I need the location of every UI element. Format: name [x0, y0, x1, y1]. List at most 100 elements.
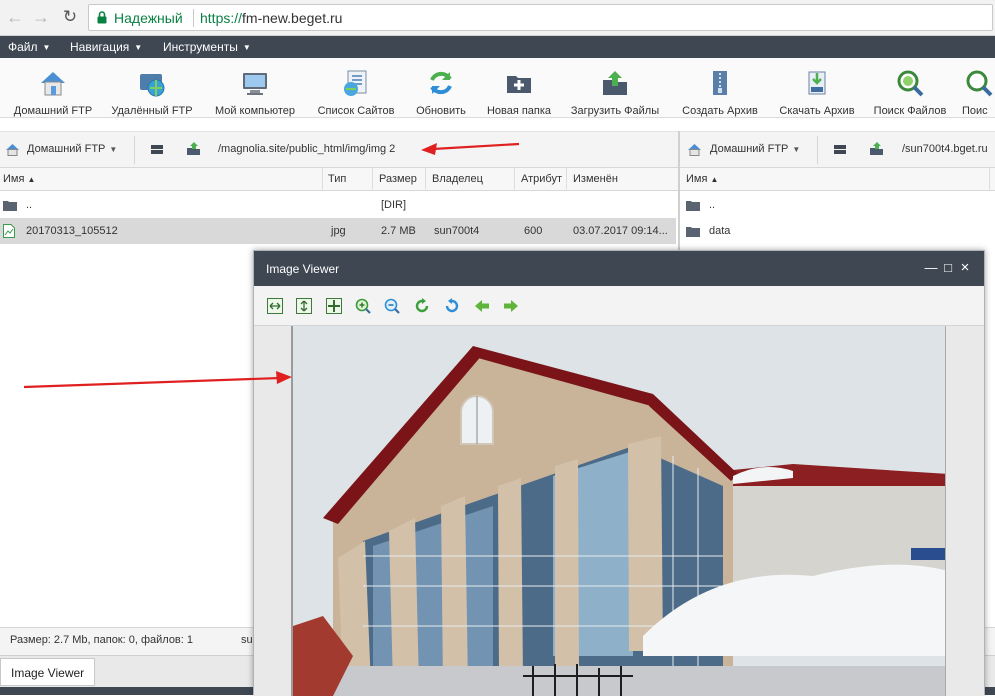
column-name-label: Имя [3, 173, 25, 185]
rotate-right-icon[interactable] [444, 298, 460, 314]
tool-new-folder[interactable]: Новая папка [482, 58, 556, 117]
tool-label: Обновить [416, 105, 466, 117]
taskbar-image-viewer[interactable]: Image Viewer [0, 658, 95, 686]
tool-search-text[interactable]: Поис [962, 58, 995, 117]
fit-height-icon[interactable] [296, 298, 312, 314]
column-attr[interactable]: Атрибут [521, 173, 562, 185]
browser-bar: ← → ↻ Надежный https://fm-new.beget.ru [0, 0, 995, 36]
column-divider[interactable] [989, 168, 990, 191]
cell-owner: sun700t4 [434, 225, 480, 237]
column-divider[interactable] [372, 168, 373, 191]
zoom-out-icon[interactable] [384, 298, 400, 314]
tool-create-archive[interactable]: Создать Архив [675, 58, 765, 117]
column-name[interactable]: Имя ▲ [686, 173, 718, 185]
column-size[interactable]: Размер [379, 173, 417, 185]
column-modified[interactable]: Изменён [573, 173, 618, 185]
left-location-label: Домашний FTP [27, 143, 106, 155]
caret-down-icon: ▼ [242, 43, 251, 52]
cell-modified: 03.07.2017 09:14... [573, 225, 668, 237]
left-path[interactable]: /magnolia.site/public_html/img/img 2 [218, 143, 395, 155]
lock-icon [97, 11, 107, 24]
separator [134, 136, 135, 164]
building-photo [293, 326, 945, 696]
status-right: su [241, 634, 253, 646]
tool-my-computer[interactable]: Мой компьютер [208, 58, 302, 117]
photo-preview[interactable] [291, 326, 946, 696]
close-icon[interactable]: × [958, 260, 972, 276]
cell-name: 20170313_105512 [26, 225, 118, 237]
previous-icon[interactable] [474, 298, 490, 314]
table-row[interactable]: 20170313_105512 jpg 2.7 MB sun700t4 600 … [0, 218, 676, 244]
left-pane-header: Домашний FTP ▼ /magnolia.site/public_html… [0, 131, 678, 168]
url-separator [193, 9, 194, 27]
upload-icon [603, 71, 627, 95]
zoom-in-icon[interactable] [355, 298, 371, 314]
status-summary: Размер: 2.7 Mb, папок: 0, файлов: 1 [10, 634, 194, 646]
tool-label: Мой компьютер [214, 105, 296, 117]
table-row[interactable]: .. [680, 192, 995, 218]
drive-icon[interactable] [833, 143, 847, 156]
forward-icon[interactable]: → [30, 6, 52, 28]
security-label: Надежный [114, 10, 183, 26]
url-text[interactable]: https://fm-new.beget.ru [200, 10, 342, 26]
home-icon [688, 144, 701, 156]
tool-label: Скачать Архив [779, 105, 855, 117]
folder-icon [3, 201, 17, 211]
rotate-left-icon[interactable] [414, 298, 430, 314]
right-path[interactable]: /sun700t4.bget.ru [902, 143, 988, 155]
reload-icon[interactable]: ↻ [59, 6, 81, 28]
next-icon[interactable] [503, 298, 519, 314]
cell-attr: 600 [524, 225, 543, 237]
tool-upload-files[interactable]: Загрузить Файлы [566, 58, 664, 117]
tool-label: Поиск Файлов [873, 105, 947, 117]
actual-size-icon[interactable] [326, 298, 342, 314]
tool-download-archive[interactable]: Скачать Архив [772, 58, 862, 117]
menu-navigation[interactable]: Навигация ▼ [70, 40, 142, 54]
table-row[interactable]: .. [DIR] [0, 192, 678, 218]
search-text-icon [966, 70, 992, 97]
back-icon[interactable]: ← [4, 6, 26, 28]
caret-down-icon: ▼ [792, 145, 801, 154]
maximize-icon[interactable]: □ [941, 260, 955, 276]
menu-file[interactable]: Файл ▼ [8, 40, 50, 54]
right-location-label: Домашний FTP [710, 143, 789, 155]
tool-site-list[interactable]: Список Сайтов [312, 58, 400, 117]
caret-down-icon: ▼ [134, 43, 143, 52]
table-row[interactable]: data [680, 218, 995, 244]
column-divider[interactable] [514, 168, 515, 191]
cell-size: [DIR] [381, 199, 407, 211]
tool-home-ftp[interactable]: Домашний FTP [8, 58, 98, 117]
drive-icon[interactable] [150, 143, 164, 156]
folder-up-icon[interactable] [186, 142, 201, 156]
column-type[interactable]: Тип [328, 173, 346, 185]
url-host: fm-new.beget.ru [242, 10, 343, 26]
folder-up-icon[interactable] [869, 142, 884, 156]
tool-remote-ftp[interactable]: Удалённый FTP [107, 58, 197, 117]
column-divider[interactable] [566, 168, 567, 191]
viewer-title: Image Viewer [266, 262, 340, 276]
annotation-arrow-path [421, 142, 520, 155]
right-location-dropdown[interactable]: Домашний FTP ▼ [710, 143, 800, 155]
column-owner[interactable]: Владелец [432, 173, 483, 185]
tool-search-files[interactable]: Поиск Файлов [868, 58, 952, 117]
folder-icon [686, 227, 700, 237]
menu-tools[interactable]: Инструменты ▼ [163, 40, 251, 54]
cell-size: 2.7 MB [381, 225, 416, 237]
fit-width-icon[interactable] [267, 298, 283, 314]
column-name[interactable]: Имя ▲ [3, 173, 35, 185]
toolbar: Домашний FTP Удалённый FTP Мой компьютер… [0, 58, 995, 118]
left-location-dropdown[interactable]: Домашний FTP ▼ [27, 143, 117, 155]
viewer-title-bar[interactable]: Image Viewer — □ × [254, 251, 984, 286]
url-scheme: https:// [200, 10, 243, 26]
right-column-header: Имя ▲ [680, 168, 995, 191]
left-column-header: Имя ▲ Тип Размер Владелец Атрибут Изменё… [0, 168, 678, 191]
column-divider[interactable] [425, 168, 426, 191]
cell-type: jpg [331, 225, 346, 237]
tool-refresh[interactable]: Обновить [406, 58, 476, 117]
viewer-canvas [254, 326, 984, 696]
address-bar[interactable]: Надежный https://fm-new.beget.ru [88, 4, 993, 31]
minimize-icon[interactable]: — [924, 260, 938, 276]
cell-name: data [709, 225, 731, 237]
column-divider[interactable] [322, 168, 323, 191]
archive-icon [713, 71, 727, 95]
